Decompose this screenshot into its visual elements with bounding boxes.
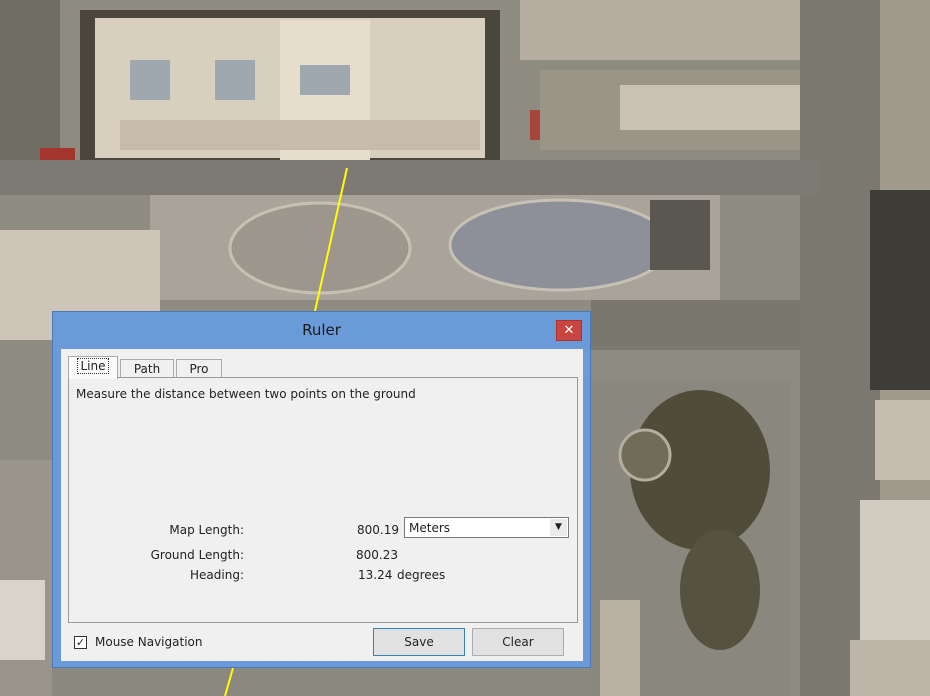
tab-pro-label: Pro	[189, 362, 209, 376]
tab-path-label: Path	[133, 362, 161, 376]
mouse-navigation-label: Mouse Navigation	[95, 635, 203, 649]
ruler-dialog: Ruler ✕ Line Path Pro Measure the distan…	[52, 311, 591, 668]
heading-value: 13.24	[358, 568, 393, 582]
clear-button[interactable]: Clear	[472, 628, 564, 656]
heading-label: Heading:	[190, 568, 244, 582]
tab-line[interactable]: Line	[68, 356, 118, 379]
tab-line-label: Line	[77, 358, 109, 374]
tab-pro[interactable]: Pro	[176, 359, 222, 378]
tab-path[interactable]: Path	[120, 359, 174, 378]
heading-unit: degrees	[397, 568, 446, 582]
map-length-value: 800.19	[357, 523, 399, 537]
description-text: Measure the distance between two points …	[76, 387, 416, 401]
close-button[interactable]: ✕	[556, 320, 582, 341]
dialog-title: Ruler	[302, 321, 341, 339]
close-icon: ✕	[563, 323, 575, 338]
title-bar[interactable]: Ruler ✕	[53, 312, 590, 349]
unit-dropdown[interactable]: Meters ▼	[404, 517, 569, 538]
ground-length-value: 800.23	[356, 548, 398, 562]
mouse-navigation-checkbox[interactable]: ✓	[74, 636, 87, 649]
ground-length-label: Ground Length:	[150, 548, 244, 562]
unit-selected-value: Meters	[409, 521, 451, 535]
clear-button-label: Clear	[502, 635, 534, 649]
line-tab-panel: Measure the distance between two points …	[68, 377, 578, 623]
save-button[interactable]: Save	[373, 628, 465, 656]
save-button-label: Save	[404, 635, 434, 649]
map-length-label: Map Length:	[169, 523, 244, 537]
dropdown-arrow-icon[interactable]: ▼	[550, 519, 567, 536]
checkmark-icon: ✓	[75, 636, 86, 649]
dialog-client-area: Line Path Pro Measure the distance betwe…	[61, 349, 583, 661]
